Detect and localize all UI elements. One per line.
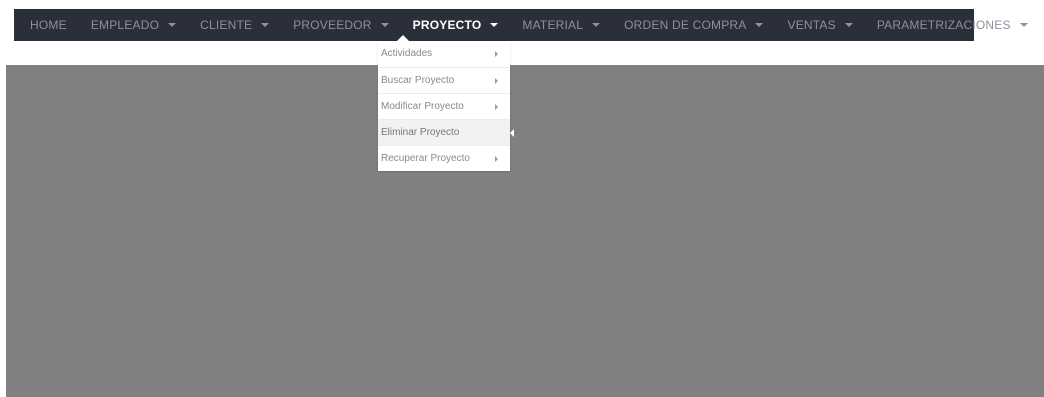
menu-item-buscar-proyecto[interactable]: Buscar Proyecto <box>378 67 510 93</box>
nav-item-label: PARAMETRIZACIONES <box>876 18 1011 32</box>
caret-down-icon <box>168 23 177 27</box>
caret-down-icon <box>1019 23 1028 27</box>
nav-item-proyecto[interactable]: PROYECTO <box>413 18 499 32</box>
menu-item-label: Recuperar Proyecto <box>381 153 470 164</box>
nav-item-cliente[interactable]: CLIENTE <box>200 18 270 32</box>
chevron-right-icon <box>495 156 498 162</box>
menu-item-recuperar-proyecto[interactable]: Recuperar Proyecto <box>378 145 510 171</box>
submenu-pointer-icon <box>510 129 514 137</box>
menu-item-actividades[interactable]: Actividades <box>378 41 510 67</box>
nav-item-parametrizaciones[interactable]: PARAMETRIZACIONES <box>877 18 1028 32</box>
menu-item-label: Eliminar Proyecto <box>381 127 460 138</box>
nav-item-label: PROYECTO <box>412 18 482 32</box>
menu-item-modificar-proyecto[interactable]: Modificar Proyecto <box>378 93 510 119</box>
chevron-right-icon <box>495 104 498 110</box>
nav-item-label: MATERIAL <box>522 18 584 32</box>
nav-item-label: PROVEEDOR <box>293 18 372 32</box>
menu-item-label: Actividades <box>381 48 433 59</box>
nav-item-empleado[interactable]: EMPLEADO <box>90 18 177 32</box>
nav-item-material[interactable]: MATERIAL <box>522 18 601 32</box>
content-overlay <box>6 65 1044 397</box>
proyecto-dropdown-menu: Actividades Buscar Proyecto Modificar Pr… <box>378 41 514 171</box>
nav-item-ventas[interactable]: VENTAS <box>787 18 853 32</box>
nav-item-label: HOME <box>30 18 67 32</box>
caret-down-icon <box>380 23 389 27</box>
menu-item-label: Buscar Proyecto <box>381 75 455 86</box>
menu-item-label: Modificar Proyecto <box>381 101 464 112</box>
nav-item-home[interactable]: HOME <box>30 18 67 32</box>
nav-item-label: EMPLEADO <box>90 18 160 32</box>
nav-item-label: CLIENTE <box>200 18 253 32</box>
caret-down-icon <box>844 23 853 27</box>
nav-item-label: ORDEN DE COMPRA <box>624 18 747 32</box>
chevron-right-icon <box>495 78 498 84</box>
nav-item-label: VENTAS <box>787 18 836 32</box>
caret-down-icon <box>592 23 601 27</box>
caret-down-icon <box>490 23 499 27</box>
chevron-right-icon <box>495 51 498 57</box>
menu-item-eliminar-proyecto[interactable]: Eliminar Proyecto <box>378 119 514 145</box>
caret-down-icon <box>755 23 764 27</box>
nav-item-proveedor[interactable]: PROVEEDOR <box>293 18 389 32</box>
page: HOME EMPLEADO CLIENTE PROVEEDOR PROYECTO… <box>0 0 1044 397</box>
top-navbar: HOME EMPLEADO CLIENTE PROVEEDOR PROYECTO… <box>14 9 1028 41</box>
caret-down-icon <box>261 23 270 27</box>
nav-item-orden-de-compra[interactable]: ORDEN DE COMPRA <box>624 18 764 32</box>
